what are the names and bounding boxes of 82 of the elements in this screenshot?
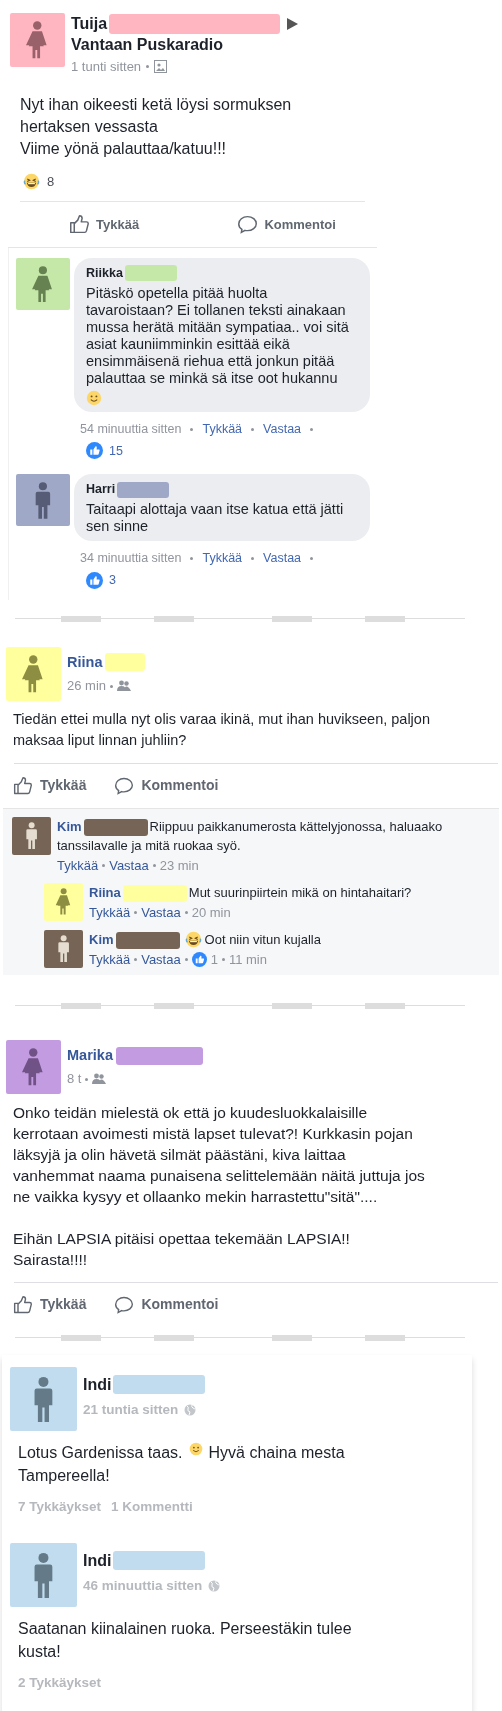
comment-text: Pitäskö opetella pitää huolta tavaroistaan? Ei tollanen teksti ainakaan mussa herätä mitään sympatiaa.. voi sitä asiat kauniimminkin esittää eikä ensimmäisenä riehua että jonkun pitää palauttaa se minkä sä itse oot hukannu bbox=[86, 284, 350, 387]
group-name[interactable]: Vantaan Puskaradio bbox=[71, 35, 300, 55]
post-text: Lotus Gardenissa taas. bbox=[18, 1443, 183, 1461]
comment-text: Mut suurinpiirtein mikä on hintahaitari? bbox=[188, 884, 412, 900]
speech-bubble-icon bbox=[114, 775, 135, 796]
laughing-emoji-icon bbox=[184, 930, 202, 948]
author-name[interactable]: Indi bbox=[83, 1548, 112, 1573]
post-text: Hyvä chaina mesta bbox=[208, 1443, 345, 1461]
post-time[interactable]: 26 min bbox=[67, 676, 107, 696]
like-link[interactable]: Tykkää bbox=[57, 856, 99, 875]
post-text: Saatanan kiinalainen ruoka. Perseestäkin tulee bbox=[18, 1619, 352, 1637]
speech-bubble-icon bbox=[114, 1294, 135, 1315]
comment-text: Taitaapi alottaja vaan itse katua että jätti sen sinne bbox=[86, 501, 345, 535]
avatar[interactable] bbox=[6, 1039, 61, 1094]
comment-button[interactable]: Kommentoi bbox=[114, 1294, 219, 1316]
reply-link[interactable]: Vastaa bbox=[141, 950, 181, 969]
like-icon bbox=[86, 442, 103, 460]
reply-link[interactable]: Vastaa bbox=[263, 419, 302, 439]
post-time[interactable]: 8 t bbox=[67, 1069, 82, 1089]
globe-icon bbox=[184, 1403, 197, 1416]
like-icon bbox=[191, 952, 207, 968]
avatar[interactable] bbox=[10, 1366, 77, 1431]
like-icon bbox=[86, 571, 103, 589]
avatar[interactable] bbox=[16, 474, 70, 527]
reply-link[interactable]: Vastaa bbox=[141, 903, 181, 922]
commenter-name[interactable]: Riina bbox=[89, 884, 121, 900]
triangle-icon bbox=[285, 17, 300, 31]
thumbs-up-icon bbox=[13, 1294, 33, 1315]
like-link[interactable]: Tykkää bbox=[202, 549, 243, 568]
like-count: 15 bbox=[109, 442, 123, 460]
post-text: Tampereella! bbox=[18, 1466, 110, 1484]
author-name[interactable]: Tuija bbox=[71, 12, 108, 36]
comment-time: 20 min bbox=[191, 903, 231, 922]
avatar[interactable] bbox=[6, 646, 61, 701]
comment-time: 23 min bbox=[159, 856, 199, 875]
author-name[interactable]: Indi bbox=[83, 1372, 112, 1397]
comment-text: tanssilavalle ja mitä ruokaa syö. bbox=[57, 837, 241, 853]
avatar[interactable] bbox=[16, 258, 70, 310]
avatar[interactable] bbox=[10, 13, 65, 67]
friends-icon bbox=[117, 680, 132, 692]
avatar[interactable] bbox=[10, 1542, 77, 1607]
like-count: 3 bbox=[109, 571, 116, 589]
friends-icon bbox=[92, 1073, 107, 1086]
post-text: Onko teidän mielestä ok että jo kuudesluokkalaisille kerrotaan avoimesti mistä lapset tulevat?! Kurkkasin pojan läksyjä ja olin hävetä silmät päästäni, kiva laittaa vanhemmat naama punaisena selittelemään näitä juttuja jos ne vaikka kysyy et ollaanko mekin harrastettu"sitä".... Eihän LAPSIA pitäisi opettaa tekemään LAPSIA!! Sairasta!!!! bbox=[12, 1102, 426, 1270]
like-link[interactable]: Tykkää bbox=[89, 950, 131, 969]
post-text: Tiedän ettei mulla nyt olis varaa ikinä, mut ihan huvikseen, paljon maksaa liput linnan juhliin? bbox=[12, 709, 431, 750]
post-text: Nyt ihan oikeesti ketä löysi sormuksen hertaksen vessasta Viime yönä palauttaa/katuu!!! bbox=[19, 94, 293, 159]
haha-reaction-icon bbox=[23, 172, 40, 190]
commenter-name[interactable]: Kim bbox=[57, 818, 82, 834]
reply-link[interactable]: Vastaa bbox=[109, 856, 149, 875]
comment-time: 11 min bbox=[228, 950, 267, 969]
avatar[interactable] bbox=[44, 929, 83, 968]
reply-link[interactable]: Vastaa bbox=[263, 549, 302, 568]
avatar[interactable] bbox=[44, 882, 83, 921]
reaction-count: 8 bbox=[47, 172, 55, 191]
like-button[interactable]: Tykkää bbox=[69, 214, 140, 235]
author-name[interactable]: Marika bbox=[67, 1044, 113, 1067]
smiley-icon bbox=[188, 1441, 203, 1456]
like-button[interactable]: Tykkää bbox=[13, 1294, 87, 1316]
thumbs-up-icon bbox=[13, 775, 33, 796]
speech-bubble-icon bbox=[237, 214, 259, 235]
like-link[interactable]: Tykkää bbox=[89, 903, 131, 922]
thumbs-up-icon bbox=[69, 214, 91, 235]
like-link[interactable]: Tykkää bbox=[202, 419, 243, 439]
post-text: kusta! bbox=[18, 1642, 61, 1660]
globe-icon bbox=[208, 1580, 221, 1593]
commenter-name[interactable]: Riikka bbox=[86, 264, 123, 283]
comment-time: 34 minuuttia sitten bbox=[80, 550, 182, 567]
commenter-name[interactable]: Harri bbox=[86, 480, 116, 499]
avatar[interactable] bbox=[12, 816, 51, 855]
post-time[interactable]: 1 tunti sitten bbox=[71, 57, 142, 77]
comment-text: Riippuu paikkanumerosta kättelyjonossa, haluaako bbox=[149, 818, 443, 834]
comment-time: 54 minuuttia sitten bbox=[80, 420, 182, 438]
comment-text: Oot niin vitun kujalla bbox=[204, 931, 321, 947]
comment-button[interactable]: Kommentoi bbox=[114, 775, 219, 796]
like-button[interactable]: Tykkää bbox=[13, 775, 87, 796]
comment-button[interactable]: Kommentoi bbox=[237, 214, 336, 235]
photo-frame-icon bbox=[154, 60, 168, 74]
author-name[interactable]: Riina bbox=[67, 651, 103, 674]
like-count: 1 bbox=[210, 950, 218, 969]
commenter-name[interactable]: Kim bbox=[89, 931, 114, 947]
smiley-icon bbox=[86, 389, 102, 406]
